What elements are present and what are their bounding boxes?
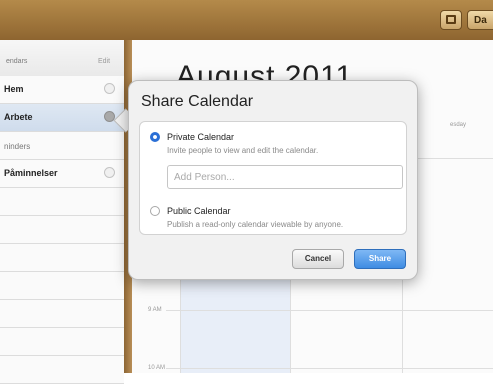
- edit-button[interactable]: Edit: [98, 58, 110, 65]
- hour-line: [166, 368, 493, 369]
- sidebar-item-label: Arbete: [4, 112, 33, 122]
- calendars-sidebar: endars Edit Hem Arbete ninders Påminnels…: [0, 40, 125, 384]
- share-button[interactable]: Share: [354, 249, 406, 269]
- toolbar: Da: [0, 0, 493, 41]
- share-icon[interactable]: [104, 83, 115, 94]
- sidebar-item-label: Påminnelser: [4, 168, 58, 178]
- sidebar-item-hem[interactable]: Hem: [0, 76, 124, 104]
- sidebar-section-reminders: ninders: [0, 132, 124, 160]
- sidebar-empty-row: [0, 188, 124, 216]
- sidebar-empty-row: [0, 272, 124, 300]
- sidebar-header: endars Edit: [0, 40, 124, 77]
- popover-title: Share Calendar: [141, 93, 254, 110]
- hour-line: [166, 310, 493, 311]
- day-column-header: esday: [450, 122, 467, 128]
- public-calendar-radio[interactable]: [150, 206, 160, 216]
- share-calendar-popover: Share Calendar Private Calendar Invite p…: [128, 80, 418, 280]
- calendars-view-button[interactable]: [440, 10, 462, 30]
- public-calendar-label[interactable]: Public Calendar: [167, 206, 231, 216]
- sidebar-item-arbete[interactable]: Arbete: [0, 104, 124, 132]
- sidebar-header-title: endars: [6, 58, 28, 65]
- cancel-button[interactable]: Cancel: [292, 249, 344, 269]
- public-calendar-description: Publish a read-only calendar viewable by…: [167, 220, 344, 229]
- private-calendar-label[interactable]: Private Calendar: [167, 132, 234, 142]
- time-label: 10 AM: [148, 365, 166, 371]
- time-label: 9 AM: [148, 307, 162, 313]
- sidebar-empty-row: [0, 216, 124, 244]
- sidebar-section-label: ninders: [4, 142, 31, 151]
- private-calendar-radio[interactable]: [150, 132, 160, 142]
- calendar-icon: [446, 15, 456, 24]
- sidebar-empty-row: [0, 244, 124, 272]
- day-view-button[interactable]: Da: [467, 10, 493, 30]
- sidebar-item-paminnelser[interactable]: Påminnelser: [0, 160, 124, 188]
- sidebar-item-label: Hem: [4, 84, 24, 94]
- private-calendar-description: Invite people to view and edit the calen…: [167, 146, 319, 155]
- sidebar-empty-row: [0, 356, 124, 384]
- share-icon[interactable]: [104, 167, 115, 178]
- add-person-input[interactable]: [167, 165, 403, 189]
- sidebar-empty-row: [0, 328, 124, 356]
- share-options-panel: Private Calendar Invite people to view a…: [139, 121, 407, 235]
- sidebar-empty-row: [0, 300, 124, 328]
